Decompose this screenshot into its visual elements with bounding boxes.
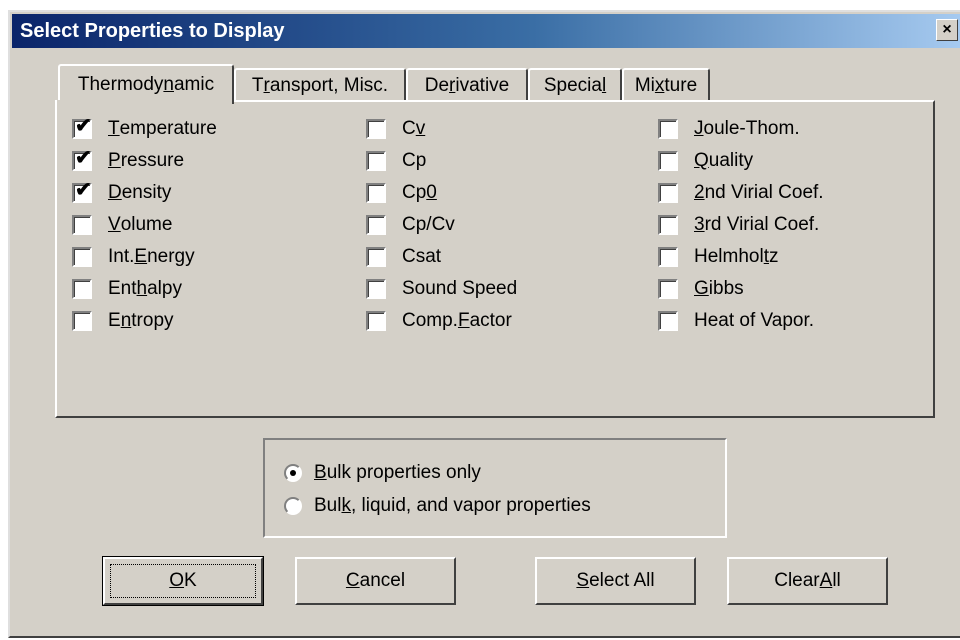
property-checkbox[interactable]: ✔ Pressure bbox=[72, 148, 184, 174]
checkbox-icon[interactable] bbox=[366, 151, 386, 171]
property-checkbox[interactable]: Comp. Factor bbox=[366, 308, 512, 334]
tab-special[interactable]: Specia l bbox=[528, 68, 622, 102]
tab-gap bbox=[57, 100, 231, 104]
checkmark-icon: ✔ bbox=[75, 147, 92, 169]
checkbox-icon[interactable] bbox=[658, 183, 678, 203]
checkbox-icon[interactable] bbox=[658, 151, 678, 171]
checkmark-icon: ✔ bbox=[75, 179, 92, 201]
property-checkbox[interactable]: Gibbs bbox=[658, 276, 744, 302]
property-checkbox[interactable]: Int. Energy bbox=[72, 244, 195, 270]
radio-icon[interactable] bbox=[284, 497, 302, 515]
close-button[interactable]: × bbox=[936, 19, 958, 41]
checkbox-icon[interactable] bbox=[658, 215, 678, 235]
checkbox-icon[interactable] bbox=[366, 119, 386, 139]
checkbox-icon[interactable] bbox=[658, 119, 678, 139]
checkbox-icon[interactable] bbox=[72, 247, 92, 267]
tab-derivative[interactable]: De r ivative bbox=[406, 68, 528, 102]
property-checkbox[interactable]: Cp 0 bbox=[366, 180, 437, 206]
property-checkbox[interactable]: Cv bbox=[366, 116, 425, 142]
checkbox-icon[interactable] bbox=[366, 311, 386, 331]
property-checkbox[interactable]: Heat of Vapor. bbox=[658, 308, 814, 334]
close-icon: × bbox=[942, 21, 952, 38]
tab-mixture[interactable]: Mi x ture bbox=[622, 68, 710, 102]
checkbox-icon[interactable]: ✔ bbox=[72, 115, 92, 139]
checkbox-icon[interactable] bbox=[366, 247, 386, 267]
radio-bulk-liquid-vapor[interactable]: Bul k, liquid, and vapor properties bbox=[284, 493, 591, 519]
tab-transport-misc[interactable]: Tr ansport, Misc. bbox=[234, 68, 406, 102]
checkbox-icon[interactable] bbox=[72, 279, 92, 299]
checkbox-icon[interactable] bbox=[658, 247, 678, 267]
property-checkbox[interactable]: Cp/Cv bbox=[366, 212, 455, 238]
property-checkbox[interactable]: Cp bbox=[366, 148, 426, 174]
property-checkbox[interactable]: Volume bbox=[72, 212, 172, 238]
cancel-button[interactable]: Cancel bbox=[295, 557, 456, 605]
property-checkbox[interactable]: Csat bbox=[366, 244, 441, 270]
property-checkbox[interactable]: Joule-Thom. bbox=[658, 116, 800, 142]
property-checkbox[interactable]: Ent h alpy bbox=[72, 276, 182, 302]
checkbox-icon[interactable]: ✔ bbox=[72, 147, 92, 171]
property-checkbox[interactable]: 2nd Virial Coef. bbox=[658, 180, 824, 206]
checkbox-icon[interactable] bbox=[72, 215, 92, 235]
radio-icon[interactable] bbox=[284, 464, 302, 482]
select-all-button[interactable]: Select All bbox=[535, 557, 696, 605]
property-checkbox[interactable]: Helmhol t z bbox=[658, 244, 778, 270]
property-checkbox[interactable]: 3rd Virial Coef. bbox=[658, 212, 819, 238]
focus-rect bbox=[110, 564, 256, 598]
checkmark-icon: ✔ bbox=[75, 115, 92, 137]
dialog-title: Select Properties to Display bbox=[20, 20, 285, 42]
checkbox-icon[interactable] bbox=[366, 183, 386, 203]
checkbox-icon[interactable] bbox=[658, 279, 678, 299]
property-checkbox[interactable]: Sound Speed bbox=[366, 276, 517, 302]
property-checkbox[interactable]: Quality bbox=[658, 148, 753, 174]
checkbox-icon[interactable] bbox=[72, 311, 92, 331]
property-checkbox[interactable]: ✔ Density bbox=[72, 180, 171, 206]
radio-bulk-only[interactable]: Bulk properties only bbox=[284, 460, 481, 486]
property-checkbox[interactable]: ✔ Temperature bbox=[72, 116, 217, 142]
ok-button[interactable]: OK bbox=[102, 556, 264, 606]
tab-thermodynamic[interactable]: Thermody n amic bbox=[58, 64, 234, 104]
checkbox-icon[interactable] bbox=[366, 215, 386, 235]
property-mode-group bbox=[263, 438, 727, 538]
checkbox-icon[interactable] bbox=[366, 279, 386, 299]
checkbox-icon[interactable] bbox=[658, 311, 678, 331]
property-checkbox[interactable]: En tropy bbox=[72, 308, 174, 334]
checkbox-icon[interactable]: ✔ bbox=[72, 179, 92, 203]
title-bar[interactable]: Select Properties to Display × bbox=[12, 14, 960, 48]
clear-all-button[interactable]: Clear All bbox=[727, 557, 888, 605]
